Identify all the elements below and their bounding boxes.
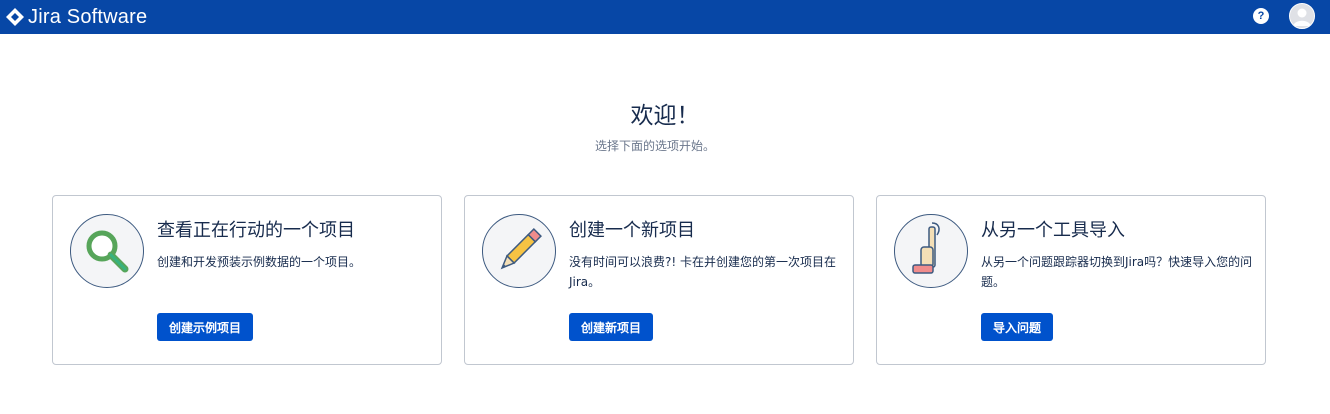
magnifier-icon bbox=[70, 214, 144, 288]
create-new-project-button[interactable]: 创建新项目 bbox=[569, 313, 654, 341]
card-title: 创建一个新项目 bbox=[569, 220, 695, 241]
welcome-subtitle: 选择下面的选项开始。 bbox=[594, 139, 715, 153]
help-icon[interactable]: ? bbox=[1253, 8, 1269, 24]
card-new-project: 创建一个新项目 没有时间可以浪费?! 卡在并创建您的第一次项目在 Jira。 创… bbox=[464, 195, 854, 365]
welcome-title: 欢迎！ bbox=[630, 103, 700, 129]
card-description: 没有时间可以浪费?! 卡在并创建您的第一次项目在 Jira。 bbox=[569, 255, 836, 289]
card-description: 创建和开发预装示例数据的一个项目。 bbox=[157, 255, 362, 269]
top-navigation-bar: Jira Software ? bbox=[0, 0, 1330, 34]
card-sample-project: 查看正在行动的一个项目 创建和开发预装示例数据的一个项目。 创建示例项目 bbox=[52, 195, 442, 365]
vacuum-icon bbox=[894, 214, 968, 288]
jira-logo[interactable]: Jira Software bbox=[5, 6, 147, 29]
card-title: 从另一个工具导入 bbox=[981, 220, 1125, 241]
jira-diamond-icon bbox=[5, 7, 25, 27]
import-issues-button[interactable]: 导入问题 bbox=[981, 313, 1054, 341]
app-name: Jira Software bbox=[28, 5, 148, 28]
pencil-icon bbox=[482, 214, 556, 288]
user-avatar-icon[interactable] bbox=[1289, 3, 1315, 29]
card-title: 查看正在行动的一个项目 bbox=[157, 220, 355, 241]
card-description: 从另一个问题跟踪器切换到Jira吗？快速导入您的问题。 bbox=[981, 255, 1253, 289]
card-import: 从另一个工具导入 从另一个问题跟踪器切换到Jira吗？快速导入您的问题。 导入问… bbox=[876, 195, 1266, 365]
create-sample-project-button[interactable]: 创建示例项目 bbox=[157, 313, 254, 341]
